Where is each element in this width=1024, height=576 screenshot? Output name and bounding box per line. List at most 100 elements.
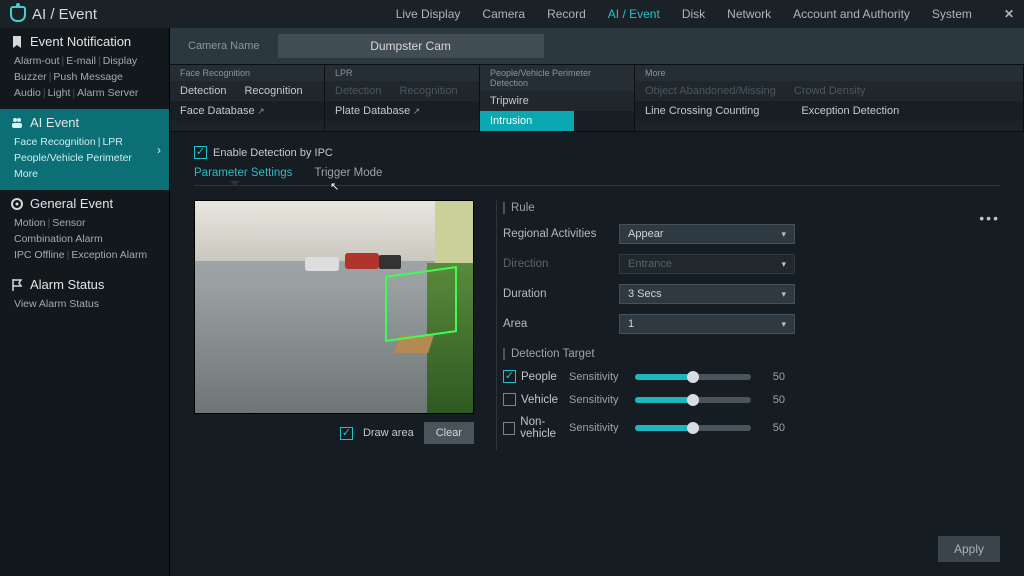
- nav-camera[interactable]: Camera: [482, 7, 525, 21]
- sidebar-item-email[interactable]: E-mail: [66, 55, 96, 67]
- intrusion-area-polygon[interactable]: [385, 266, 457, 342]
- sidebar-item-light[interactable]: Light: [48, 87, 71, 99]
- cat-lpr: LPR DetectionRecognition Plate Database: [325, 65, 480, 131]
- cat-item-intrusion[interactable]: Intrusion: [480, 111, 574, 131]
- top-bar: AI / Event Live Display Camera Record AI…: [0, 0, 1024, 28]
- area-label: Area: [503, 318, 619, 330]
- cat-header: People/Vehicle Perimeter Detection: [480, 65, 634, 91]
- cursor-icon: ↖: [330, 180, 339, 197]
- sidebar-title: Event Notification: [30, 34, 131, 49]
- cat-link-face-db[interactable]: Face Database: [180, 105, 265, 117]
- sidebar-item-lpr[interactable]: LPR: [102, 136, 122, 148]
- sidebar-title: General Event: [30, 196, 113, 211]
- area-select[interactable]: 1▾: [619, 314, 795, 334]
- people-checkbox[interactable]: [503, 370, 516, 383]
- camera-row: Camera Name Dumpster Cam: [170, 28, 1024, 64]
- flag-icon: [10, 278, 24, 292]
- cat-pvp: People/Vehicle Perimeter Detection Tripw…: [480, 65, 635, 131]
- tab-trigger-mode[interactable]: Trigger Mode: [314, 167, 382, 183]
- cat-link-plate-db[interactable]: Plate Database: [335, 105, 420, 117]
- chevron-down-icon: ▾: [781, 319, 786, 330]
- non-vehicle-checkbox[interactable]: [503, 422, 515, 435]
- enable-row: Enable Detection by IPC: [194, 146, 1000, 159]
- detection-section-title: Detection Target: [503, 348, 1000, 360]
- main-area: Camera Name Dumpster Cam Face Recognitio…: [170, 28, 1024, 576]
- sidebar-item-alarm-out[interactable]: Alarm-out: [14, 55, 60, 67]
- vehicle-sensitivity-slider[interactable]: [635, 394, 751, 406]
- nav-record[interactable]: Record: [547, 7, 586, 21]
- sidebar-items: Alarm-out|E-mail|Display Buzzer|Push Mes…: [10, 53, 159, 101]
- sidebar-item-alarm-server[interactable]: Alarm Server: [77, 87, 138, 99]
- cat-item-recognition[interactable]: Recognition: [244, 85, 302, 97]
- chevron-down-icon: ▾: [781, 289, 786, 300]
- sidebar-items: View Alarm Status: [10, 296, 159, 312]
- sidebar-item-push[interactable]: Push Message: [53, 71, 122, 83]
- more-dots-icon[interactable]: •••: [979, 210, 1000, 226]
- cat-item-crowd: Crowd Density: [794, 85, 866, 97]
- people-sensitivity-slider[interactable]: [635, 371, 751, 383]
- sidebar-group-ai-event[interactable]: AI Event Face Recognition|LPR People/Veh…: [0, 109, 169, 190]
- vehicle-label: Vehicle: [521, 394, 558, 406]
- sidebar-item-motion[interactable]: Motion: [14, 217, 46, 229]
- sidebar-title: AI Event: [30, 115, 79, 130]
- regional-label: Regional Activities: [503, 228, 619, 240]
- bookmark-icon: [10, 35, 24, 49]
- sidebar-item-display[interactable]: Display: [103, 55, 137, 67]
- chevron-right-icon: ›: [157, 143, 161, 157]
- camera-preview[interactable]: [194, 200, 474, 414]
- enable-label: Enable Detection by IPC: [213, 147, 333, 159]
- apply-button[interactable]: Apply: [938, 536, 1000, 562]
- sidebar: Event Notification Alarm-out|E-mail|Disp…: [0, 28, 170, 576]
- top-nav: Live Display Camera Record AI / Event Di…: [396, 7, 1014, 21]
- sidebar-item-audio[interactable]: Audio: [14, 87, 41, 99]
- sidebar-item-ipc-offline[interactable]: IPC Offline: [14, 249, 65, 261]
- tab-caret-icon: [230, 181, 240, 190]
- people-icon: [10, 116, 24, 130]
- nav-network[interactable]: Network: [727, 7, 771, 21]
- non-vehicle-sensitivity-slider[interactable]: [635, 422, 751, 434]
- sidebar-item-people-vehicle[interactable]: People/Vehicle Perimeter: [14, 152, 132, 164]
- duration-select[interactable]: 3 Secs▾: [619, 284, 795, 304]
- cat-header: Face Recognition: [170, 65, 324, 81]
- tab-parameter-settings[interactable]: Parameter Settings: [194, 167, 292, 183]
- draw-area-label: Draw area: [363, 427, 414, 439]
- sidebar-group-alarm-status[interactable]: Alarm Status View Alarm Status: [0, 271, 169, 320]
- cat-item-exception-detection[interactable]: Exception Detection: [801, 105, 899, 117]
- cat-more: More Object Abandoned/Missing Crowd Densi…: [635, 65, 1024, 131]
- cat-item-line-crossing[interactable]: Line Crossing Counting: [645, 105, 759, 117]
- sidebar-item-sensor[interactable]: Sensor: [52, 217, 85, 229]
- nav-ai-event[interactable]: AI / Event: [608, 7, 660, 21]
- vehicle-checkbox[interactable]: [503, 393, 516, 406]
- close-icon[interactable]: ✕: [1004, 7, 1014, 21]
- cat-item-tripwire[interactable]: Tripwire: [490, 95, 529, 107]
- sidebar-group-general-event[interactable]: General Event Motion|Sensor Combination …: [0, 190, 169, 271]
- chevron-down-icon: ▾: [781, 259, 786, 270]
- cat-header: More: [635, 65, 1023, 81]
- nav-account-authority[interactable]: Account and Authority: [793, 7, 910, 21]
- cat-item-object: Object Abandoned/Missing: [645, 85, 776, 97]
- sidebar-item-face-recognition[interactable]: Face Recognition: [14, 136, 96, 148]
- camera-select[interactable]: Dumpster Cam: [278, 34, 544, 58]
- cat-item-detection: Detection: [335, 85, 381, 97]
- sidebar-group-event-notification[interactable]: Event Notification Alarm-out|E-mail|Disp…: [0, 28, 169, 109]
- clear-button[interactable]: Clear: [424, 422, 474, 444]
- duration-label: Duration: [503, 288, 619, 300]
- sidebar-item-view-alarm-status[interactable]: View Alarm Status: [14, 298, 99, 310]
- camera-selected: Dumpster Cam: [370, 39, 451, 53]
- sidebar-item-buzzer[interactable]: Buzzer: [14, 71, 47, 83]
- sidebar-item-exception-alarm[interactable]: Exception Alarm: [71, 249, 147, 261]
- cat-item-detection[interactable]: Detection: [180, 85, 226, 97]
- category-strip: Face Recognition Detection Recognition Fa…: [170, 64, 1024, 132]
- sensitivity-label: Sensitivity: [569, 394, 625, 406]
- sidebar-item-more[interactable]: More: [14, 168, 38, 180]
- sidebar-item-combination-alarm[interactable]: Combination Alarm: [14, 233, 103, 245]
- nav-system[interactable]: System: [932, 7, 972, 21]
- nav-live-display[interactable]: Live Display: [396, 7, 461, 21]
- draw-area-checkbox[interactable]: [340, 427, 353, 440]
- enable-checkbox[interactable]: [194, 146, 207, 159]
- cat-header: LPR: [325, 65, 479, 81]
- nav-disk[interactable]: Disk: [682, 7, 705, 21]
- people-label: People: [521, 371, 557, 383]
- gear-icon: [10, 197, 24, 211]
- regional-select[interactable]: Appear▾: [619, 224, 795, 244]
